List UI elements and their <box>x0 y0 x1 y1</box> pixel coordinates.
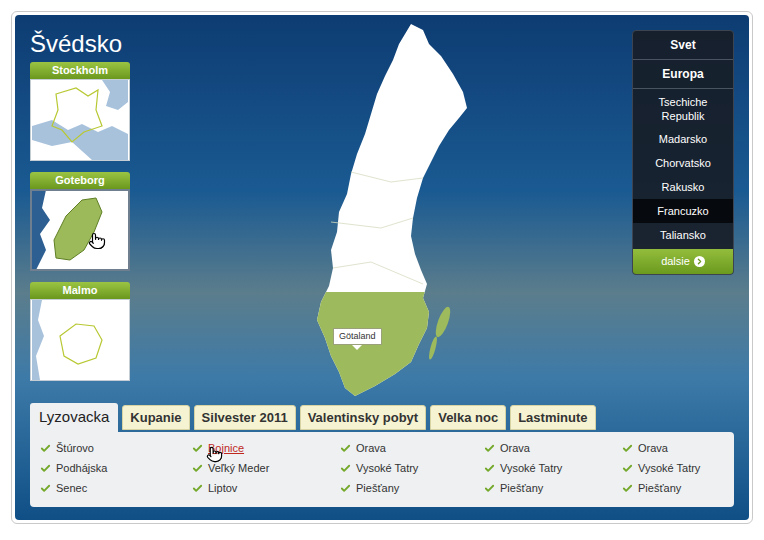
tab[interactable]: Velka noc <box>430 405 506 430</box>
tab[interactable]: Lastminute <box>510 405 595 430</box>
check-icon <box>40 483 51 494</box>
stockholm-map-icon <box>32 80 128 160</box>
check-icon <box>622 483 633 494</box>
check-icon <box>192 463 203 474</box>
link-item[interactable]: Orava <box>622 438 734 458</box>
region-menu: SvetEuropaTsechiche RepublikMadarskoChor… <box>632 30 734 275</box>
hand-cursor-icon <box>206 446 223 463</box>
check-icon <box>484 463 495 474</box>
city-card[interactable]: Goteborg <box>30 172 130 271</box>
malmo-map-icon <box>32 300 128 380</box>
link-item[interactable]: Vysoké Tatry <box>340 458 484 478</box>
link-item[interactable]: Piešťany <box>622 478 734 498</box>
menu-item[interactable]: Taliansko <box>633 223 733 247</box>
map-area: Götaland <box>130 15 632 403</box>
check-icon <box>622 443 633 454</box>
check-icon <box>484 443 495 454</box>
check-icon <box>192 443 203 454</box>
hand-cursor-icon <box>88 232 106 250</box>
menu-item[interactable]: Rakusko <box>633 175 733 199</box>
city-card-header: Stockholm <box>30 62 130 79</box>
check-icon <box>40 443 51 454</box>
check-icon <box>40 463 51 474</box>
menu-items: Tsechiche RepublikMadarskoChorvatskoRaku… <box>633 89 733 249</box>
menu-header[interactable]: Europa <box>633 60 733 89</box>
menu-item[interactable]: Francuzko <box>633 199 733 223</box>
tab-bar: LyzovackaKupanieSilvester 2011Valentinsk… <box>15 403 749 432</box>
widget-frame: ŠvédskoStockholm Goteborg Malmo Götaland Sve… <box>11 11 753 524</box>
tab[interactable]: Lyzovacka <box>30 403 118 432</box>
link-item[interactable]: Veľký Meder <box>192 458 340 478</box>
link-item[interactable]: Orava <box>484 438 622 458</box>
city-card[interactable]: Stockholm <box>30 62 130 161</box>
more-button[interactable]: dalsie <box>633 249 733 274</box>
city-cards: Stockholm Goteborg Malmo <box>30 62 130 381</box>
tab[interactable]: Valentinsky pobyt <box>300 405 427 430</box>
sweden-map[interactable]: Götaland <box>311 22 471 398</box>
city-card-header: Malmo <box>30 282 130 299</box>
menu-item[interactable]: Chorvatsko <box>633 151 733 175</box>
city-card-map <box>30 189 130 271</box>
city-card[interactable]: Malmo <box>30 282 130 381</box>
region-label: Götaland <box>333 328 382 350</box>
page: ŠvédskoStockholm Goteborg Malmo Götaland Sve… <box>0 0 764 540</box>
country-title: Švédsko <box>30 27 130 61</box>
link-item[interactable]: Podhájska <box>40 458 192 478</box>
link-panel: ŠtúrovoPodhájskaSenecBojniceVeľký MederL… <box>30 432 734 507</box>
menu-item[interactable]: Madarsko <box>633 127 733 151</box>
link-item[interactable]: Piešťany <box>340 478 484 498</box>
check-icon <box>340 463 351 474</box>
link-item[interactable]: Vysoké Tatry <box>622 458 734 478</box>
photo-background: ŠvédskoStockholm Goteborg Malmo Götaland Sve… <box>15 15 749 520</box>
check-icon <box>484 483 495 494</box>
link-item[interactable]: Piešťany <box>484 478 622 498</box>
link-column: BojniceVeľký MederLiptov <box>192 438 340 507</box>
link-column: OravaVysoké TatryPiešťany <box>622 438 734 507</box>
link-item[interactable]: Liptov <box>192 478 340 498</box>
menu-item[interactable]: Tsechiche Republik <box>633 91 733 127</box>
check-icon <box>340 483 351 494</box>
city-card-map <box>30 79 130 161</box>
goteborg-map-icon <box>32 190 128 270</box>
link-item[interactable]: Orava <box>340 438 484 458</box>
check-icon <box>622 463 633 474</box>
city-card-header: Goteborg <box>30 172 130 189</box>
link-item[interactable]: Vysoké Tatry <box>484 458 622 478</box>
link-column: OravaVysoké TatryPiešťany <box>340 438 484 507</box>
check-icon <box>340 443 351 454</box>
link-item[interactable]: Senec <box>40 478 192 498</box>
arrow-icon <box>694 256 705 267</box>
link-column: OravaVysoké TatryPiešťany <box>484 438 622 507</box>
city-column: ŠvédskoStockholm Goteborg Malmo <box>30 15 130 403</box>
link-item[interactable]: Štúrovo <box>40 438 192 458</box>
link-item[interactable]: Bojnice <box>192 438 340 458</box>
menu-header[interactable]: Svet <box>633 31 733 60</box>
tab[interactable]: Silvester 2011 <box>194 405 296 430</box>
city-card-map <box>30 299 130 381</box>
top-area: ŠvédskoStockholm Goteborg Malmo Götaland Sve… <box>15 15 749 403</box>
check-icon <box>192 483 203 494</box>
tab[interactable]: Kupanie <box>122 405 189 430</box>
link-column: ŠtúrovoPodhájskaSenec <box>40 438 192 507</box>
